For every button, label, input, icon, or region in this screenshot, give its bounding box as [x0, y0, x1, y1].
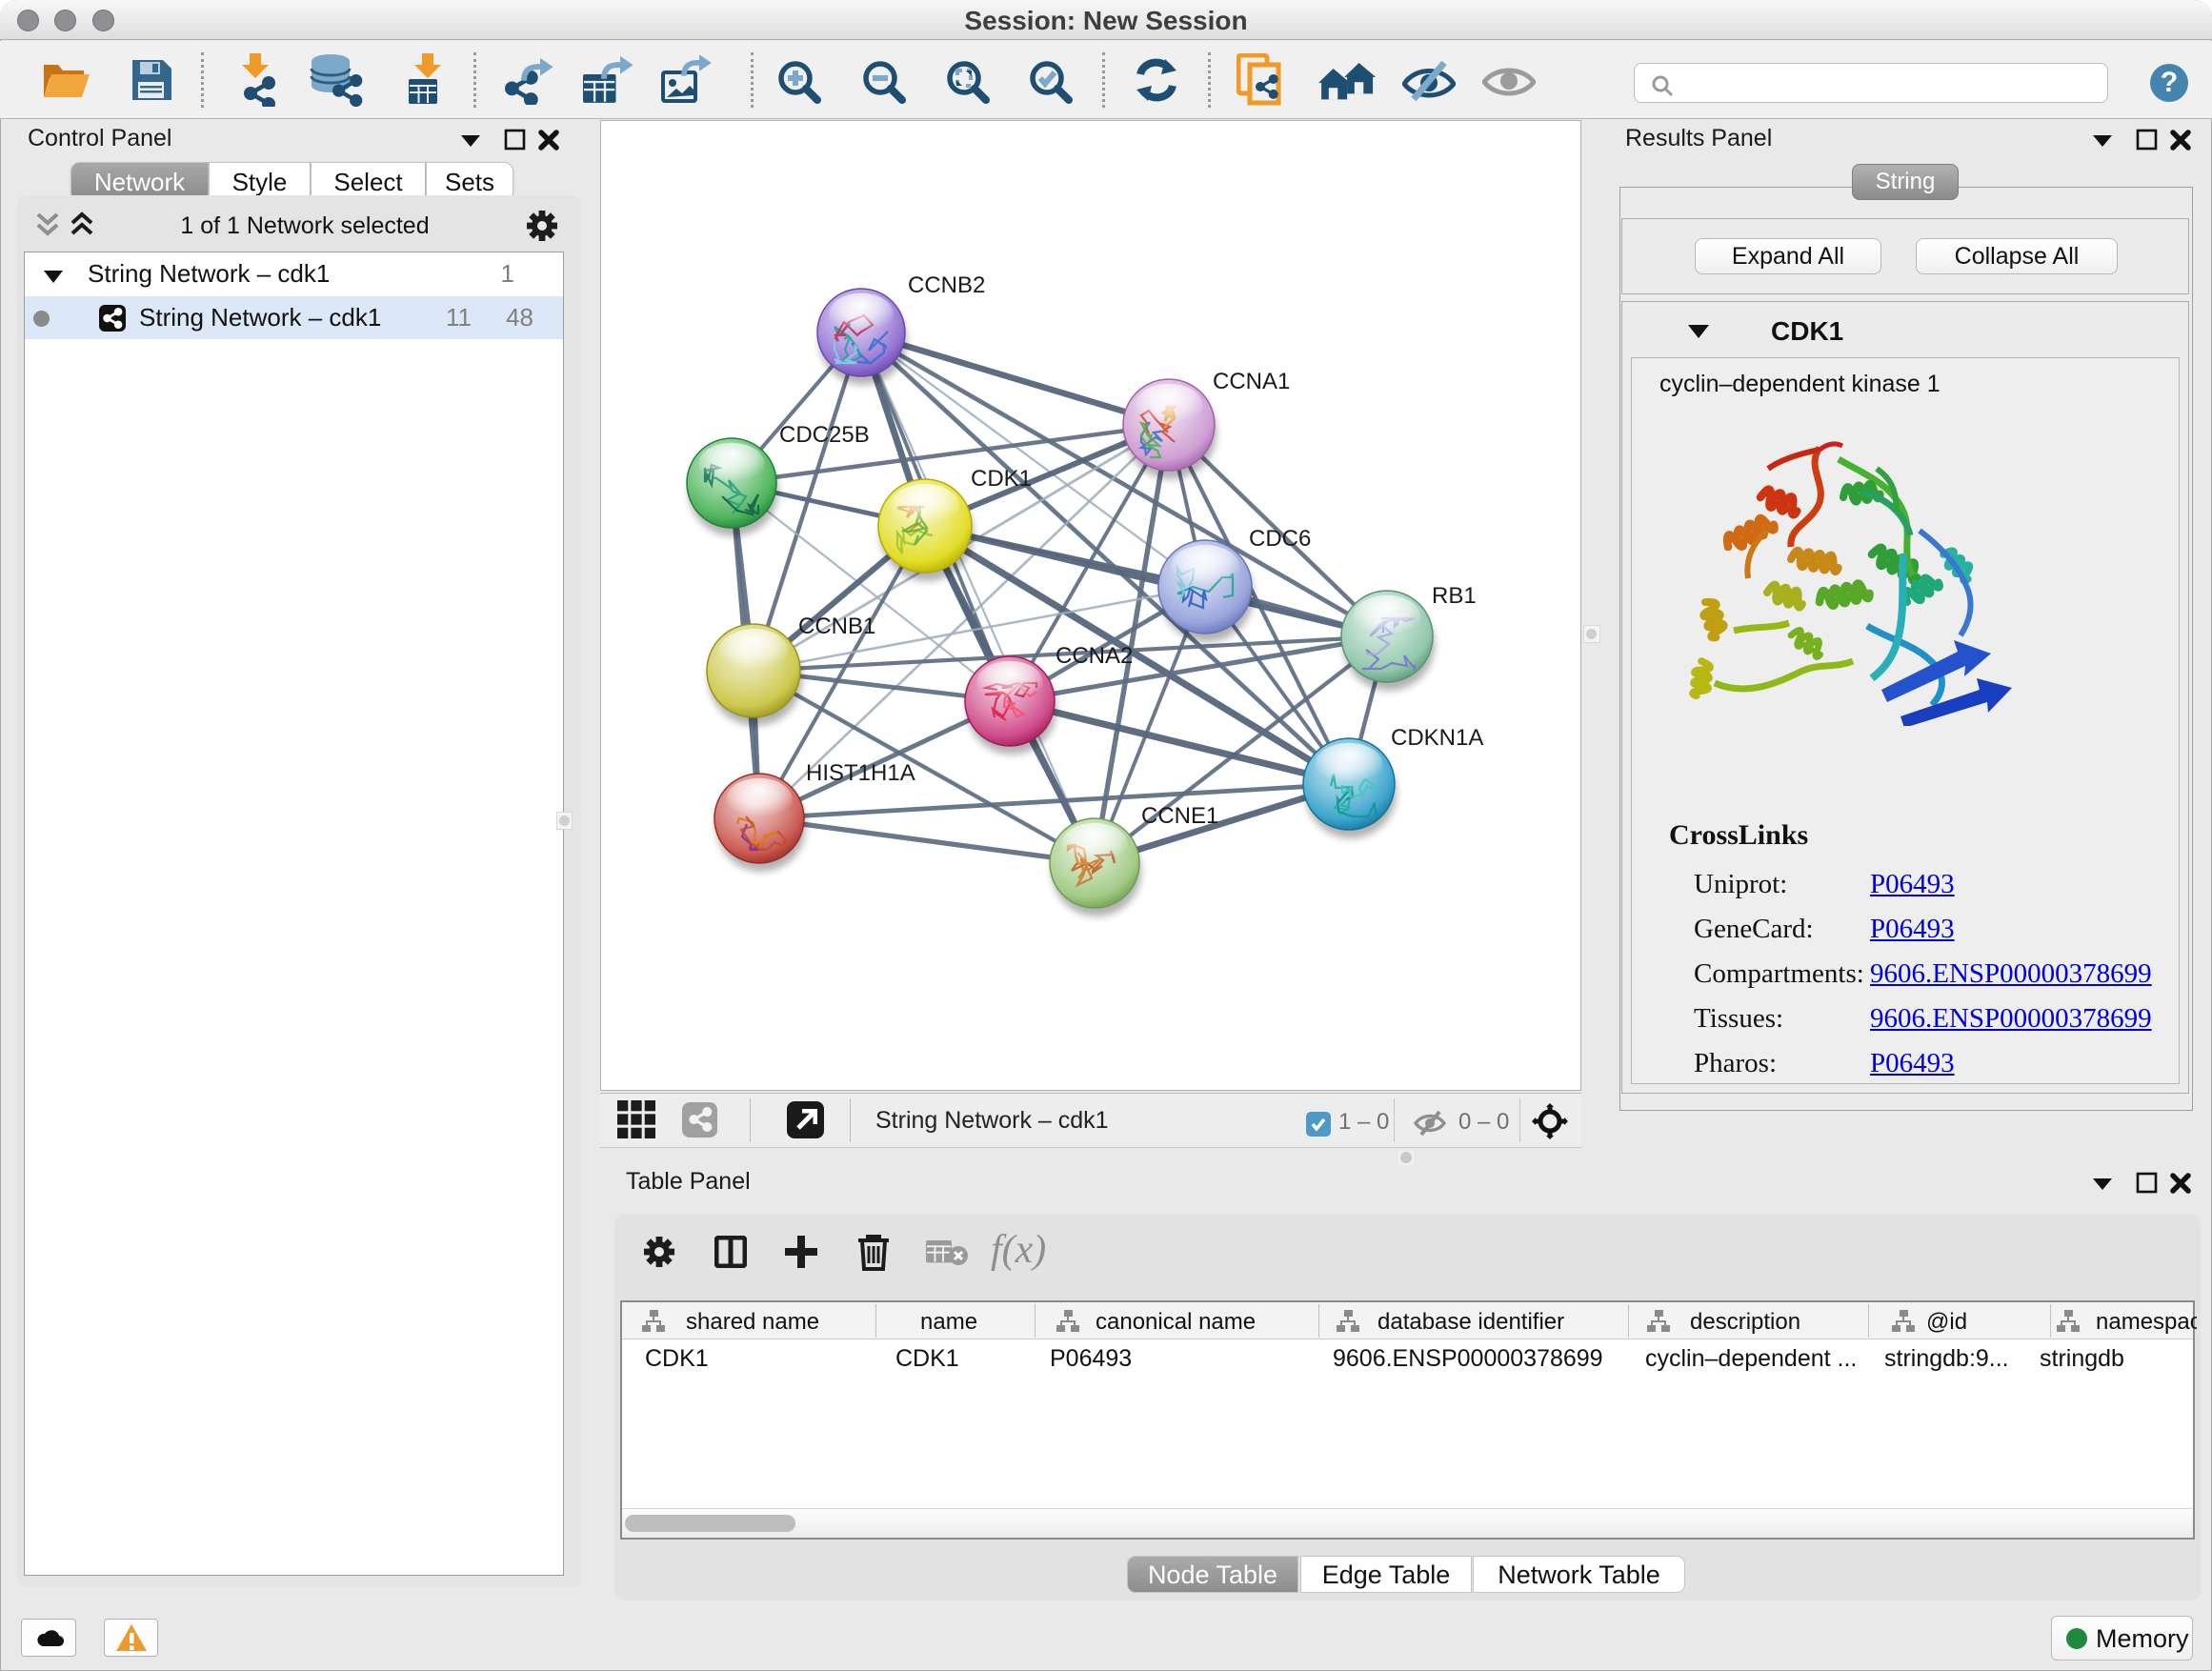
- svg-text:CCNB2: CCNB2: [908, 272, 985, 298]
- svg-text:CDC6: CDC6: [1249, 526, 1311, 552]
- svg-text:CCNA1: CCNA1: [1213, 369, 1290, 394]
- svg-text:CDKN1A: CDKN1A: [1391, 725, 1483, 751]
- svg-text:HIST1H1A: HIST1H1A: [806, 760, 915, 786]
- svg-text:CCNB1: CCNB1: [798, 614, 875, 639]
- svg-text:RB1: RB1: [1432, 583, 1477, 609]
- svg-text:CDC25B: CDC25B: [779, 422, 870, 448]
- svg-text:CCNE1: CCNE1: [1141, 803, 1218, 829]
- svg-text:CDK1: CDK1: [971, 466, 1032, 492]
- svg-text:CCNA2: CCNA2: [1056, 643, 1133, 669]
